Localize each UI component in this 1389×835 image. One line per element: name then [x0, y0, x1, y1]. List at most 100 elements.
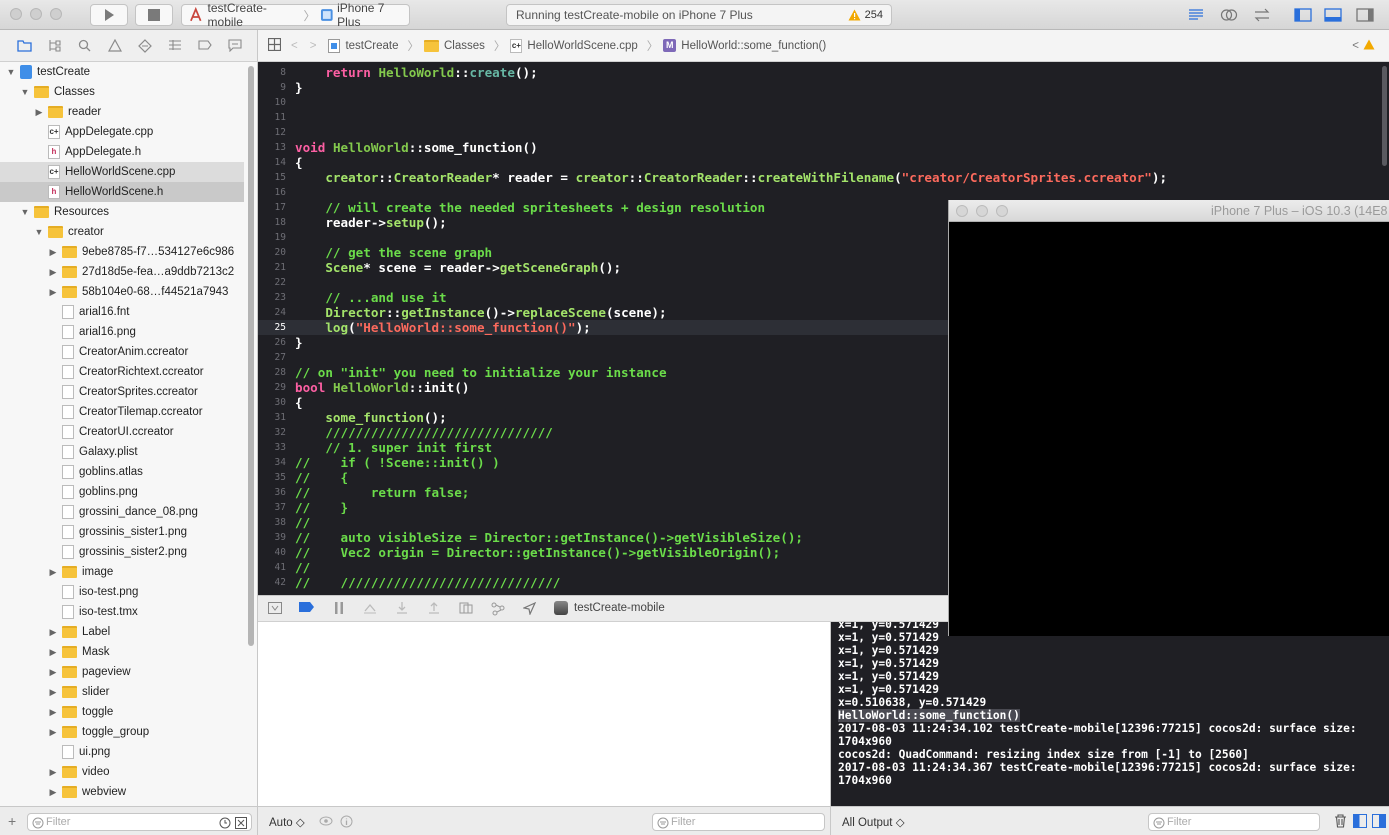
disclosure-closed-icon[interactable]: ▶: [48, 647, 58, 658]
tree-file-row[interactable]: c+ HelloWorldScene.cpp: [0, 162, 244, 182]
tree-file-row[interactable]: Galaxy.plist: [0, 442, 244, 462]
disclosure-open-icon[interactable]: ▼: [20, 207, 30, 217]
code-line[interactable]: // Vec2 origin = Director::getInstance()…: [295, 545, 780, 560]
symbol-navigator-icon[interactable]: [47, 39, 62, 53]
info-icon[interactable]: [340, 815, 353, 831]
tree-file-row[interactable]: CreatorUI.ccreator: [0, 422, 244, 442]
tree-file-row[interactable]: CreatorAnim.ccreator: [0, 342, 244, 362]
tree-folder-row[interactable]: ▶ Label: [0, 622, 244, 642]
tree-file-row[interactable]: iso-test.png: [0, 582, 244, 602]
code-line[interactable]: // will create the needed spritesheets +…: [295, 200, 765, 215]
debug-navigator-icon[interactable]: [167, 39, 182, 53]
code-line[interactable]: {: [295, 155, 303, 170]
disclosure-closed-icon[interactable]: ▶: [48, 247, 58, 258]
code-line[interactable]: //: [295, 515, 310, 530]
scheme-selector[interactable]: testCreate-mobile 〉 iPhone 7 Plus: [181, 1, 410, 29]
disclosure-closed-icon[interactable]: ▶: [48, 787, 58, 798]
simulator-window[interactable]: iPhone 7 Plus – iOS 10.3 (14E8: [948, 200, 1389, 636]
tree-file-row[interactable]: goblins.png: [0, 482, 244, 502]
debug-console[interactable]: x=1, y=0.571429 x=1, y=0.571429 x=1, y=0.5…: [830, 622, 1389, 806]
report-navigator-chat-icon[interactable]: [227, 39, 242, 53]
debug-process-selector[interactable]: testCreate-mobile: [554, 601, 665, 615]
disclosure-closed-icon[interactable]: ▶: [48, 567, 58, 578]
disclosure-open-icon[interactable]: ▼: [20, 87, 30, 97]
tree-file-row[interactable]: CreatorRichtext.ccreator: [0, 362, 244, 382]
code-line[interactable]: log("HelloWorld::some_function()");: [295, 320, 590, 335]
navigator-scrollbar[interactable]: [244, 62, 258, 806]
code-line[interactable]: {: [295, 395, 303, 410]
tree-file-row[interactable]: arial16.fnt: [0, 302, 244, 322]
disclosure-closed-icon[interactable]: ▶: [48, 687, 58, 698]
memory-graph-icon[interactable]: [491, 602, 505, 616]
tree-folder-row[interactable]: ▶ reader: [0, 102, 244, 122]
tree-file-row[interactable]: h AppDelegate.h: [0, 142, 244, 162]
breakpoints-toggle-icon[interactable]: [299, 602, 314, 616]
variables-filter-field[interactable]: Filter: [652, 813, 825, 831]
code-line[interactable]: reader->setup();: [295, 215, 446, 230]
tree-folder-row[interactable]: ▶ image: [0, 562, 244, 582]
show-variables-view-icon[interactable]: [1353, 814, 1367, 831]
jump-crumb-folder[interactable]: Classes: [424, 39, 485, 52]
simulator-zoom-button[interactable]: [996, 205, 1008, 217]
disclosure-closed-icon[interactable]: ▶: [48, 267, 58, 278]
tree-file-row[interactable]: goblins.atlas: [0, 462, 244, 482]
run-button[interactable]: [90, 4, 128, 26]
tree-folder-row[interactable]: ▶ webview: [0, 782, 244, 802]
tree-folder-row[interactable]: ▶ video: [0, 762, 244, 782]
code-line[interactable]: // if ( !Scene::init() ): [295, 455, 500, 470]
code-line[interactable]: //////////////////////////////: [295, 425, 552, 440]
disclosure-closed-icon[interactable]: ▶: [48, 287, 58, 298]
output-filter-popup[interactable]: All Output ◇: [842, 815, 905, 829]
disclosure-open-icon[interactable]: ▼: [6, 67, 16, 77]
code-line[interactable]: void HelloWorld::some_function(): [295, 140, 538, 155]
simulator-title-bar[interactable]: iPhone 7 Plus – iOS 10.3 (14E8: [949, 200, 1389, 222]
standard-editor-button[interactable]: [1183, 5, 1209, 25]
hide-debug-area-icon[interactable]: [268, 602, 282, 616]
disclosure-closed-icon[interactable]: ▶: [48, 627, 58, 638]
tree-folder-row[interactable]: ▼ creator: [0, 222, 244, 242]
close-window-button[interactable]: [10, 8, 22, 20]
show-console-view-icon[interactable]: [1372, 814, 1386, 831]
tree-file-row[interactable]: CreatorTilemap.ccreator: [0, 402, 244, 422]
tree-file-row[interactable]: h HelloWorldScene.h: [0, 182, 244, 202]
search-icon[interactable]: [77, 39, 92, 53]
toggle-utilities-button[interactable]: [1352, 5, 1378, 25]
simulator-minimize-button[interactable]: [976, 205, 988, 217]
tree-folder-row[interactable]: ▶ 9ebe8785-f7…534127e6c986: [0, 242, 244, 262]
code-line[interactable]: // {: [295, 470, 348, 485]
step-out-icon[interactable]: [427, 602, 441, 616]
version-editor-button[interactable]: [1249, 5, 1275, 25]
code-line[interactable]: // /////////////////////////////: [295, 575, 560, 590]
tree-folder-row[interactable]: ▶ Mask: [0, 642, 244, 662]
issue-navigator-warning-icon[interactable]: [107, 38, 122, 53]
code-line[interactable]: Director::getInstance()->replaceScene(sc…: [295, 305, 666, 320]
tree-folder-row[interactable]: ▼ Resources: [0, 202, 244, 222]
related-items-grid-icon[interactable]: [267, 37, 282, 54]
code-line[interactable]: bool HelloWorld::init(): [295, 380, 469, 395]
tree-file-row[interactable]: c+ AppDelegate.cpp: [0, 122, 244, 142]
tree-folder-row[interactable]: ▶ slider: [0, 682, 244, 702]
disclosure-closed-icon[interactable]: ▶: [48, 667, 58, 678]
tree-file-row[interactable]: grossini_dance_08.png: [0, 502, 244, 522]
code-line[interactable]: // ...and use it: [295, 290, 446, 305]
code-line[interactable]: creator::CreatorReader* reader = creator…: [295, 170, 1167, 185]
project-navigator-folder-icon[interactable]: [17, 39, 32, 53]
forward-chevron-icon[interactable]: >: [310, 40, 317, 52]
code-line[interactable]: Scene* scene = reader->getSceneGraph();: [295, 260, 621, 275]
tree-folder-row[interactable]: ▼ Classes: [0, 82, 244, 102]
variables-view[interactable]: [258, 622, 830, 806]
step-in-icon[interactable]: [395, 602, 409, 616]
add-file-plus-icon[interactable]: +: [8, 813, 16, 829]
recent-files-clock-icon[interactable]: [219, 817, 231, 829]
code-line[interactable]: }: [295, 80, 303, 95]
console-filter-field[interactable]: Filter: [1148, 813, 1320, 831]
tree-folder-row[interactable]: ▶ pageview: [0, 662, 244, 682]
view-debugger-icon[interactable]: [459, 602, 473, 616]
disclosure-closed-icon[interactable]: ▶: [48, 727, 58, 738]
disclosure-closed-icon[interactable]: ▶: [48, 707, 58, 718]
simulator-screen[interactable]: [949, 222, 1389, 636]
tree-file-row[interactable]: grossinis_sister2.png: [0, 542, 244, 562]
jump-crumb-file[interactable]: c+ HelloWorldScene.cpp: [510, 38, 638, 53]
code-line[interactable]: }: [295, 335, 303, 350]
jump-crumb-project[interactable]: testCreate: [328, 38, 399, 53]
